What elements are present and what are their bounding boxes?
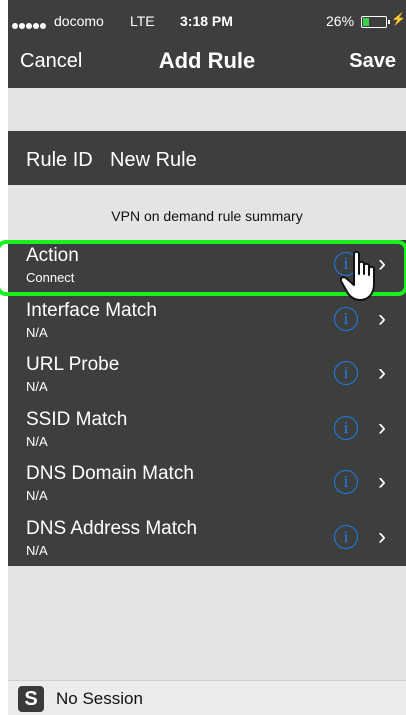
info-icon[interactable]: i xyxy=(334,470,358,494)
battery-percentage: 26% xyxy=(326,13,355,29)
session-status: No Session xyxy=(56,689,143,708)
rule-id-label: Rule ID xyxy=(26,149,93,171)
top-bar: docomo LTE 3:18 PM 26% ⚡ Cancel Add Rule… xyxy=(8,0,406,88)
chevron-right-icon: › xyxy=(378,468,386,495)
device-screen: docomo LTE 3:18 PM 26% ⚡ Cancel Add Rule… xyxy=(8,0,406,715)
rule-title: Interface Match xyxy=(26,299,157,321)
chevron-right-icon: › xyxy=(378,304,386,332)
carrier-name: docomo xyxy=(54,13,104,29)
rule-row-interface-match[interactable]: Interface Match N/A i › xyxy=(8,295,406,350)
rule-value: N/A xyxy=(26,433,48,449)
session-bar: S No Session xyxy=(8,680,406,715)
rule-value: N/A xyxy=(26,488,48,503)
rule-row-dns-domain-match[interactable]: DNS Domain Match N/A i › xyxy=(8,458,406,513)
chevron-right-icon: › xyxy=(378,522,386,550)
status-time: 3:18 PM xyxy=(180,13,233,29)
status-bar: docomo LTE 3:18 PM 26% ⚡ xyxy=(8,0,406,40)
summary-header: VPN on demand rule summary xyxy=(111,208,303,224)
rule-title: DNS Domain Match xyxy=(26,463,194,484)
chevron-right-icon: › xyxy=(378,413,386,441)
navigation-bar: Cancel Add Rule Save xyxy=(8,40,406,88)
rule-title: DNS Address Match xyxy=(26,517,198,539)
info-icon[interactable]: i xyxy=(334,252,358,276)
network-type: LTE xyxy=(130,13,155,29)
info-icon[interactable]: i xyxy=(334,361,358,385)
save-button[interactable]: Save xyxy=(349,50,396,73)
rule-value: N/A xyxy=(26,542,48,558)
rule-row-url-probe[interactable]: URL Probe N/A i › xyxy=(8,349,406,404)
rule-row-action[interactable]: Action Connect i › xyxy=(8,240,406,295)
rule-title: Action xyxy=(26,245,79,266)
rule-id-input[interactable] xyxy=(110,147,390,173)
rule-list: Action Connect i › Interface Match N/A i… xyxy=(8,240,406,566)
chevron-right-icon: › xyxy=(378,250,386,277)
rule-id-row: Rule ID xyxy=(8,131,406,185)
rule-row-dns-address-match[interactable]: DNS Address Match N/A i › xyxy=(8,513,406,568)
info-icon[interactable]: i xyxy=(334,306,358,331)
chevron-right-icon: › xyxy=(378,359,386,386)
battery-icon xyxy=(361,16,390,28)
rule-value: N/A xyxy=(26,379,48,394)
rule-value: N/A xyxy=(26,324,48,340)
page-title: Add Rule xyxy=(158,48,256,73)
rule-value: Connect xyxy=(26,270,75,285)
rule-row-ssid-match[interactable]: SSID Match N/A i › xyxy=(8,404,406,459)
info-icon[interactable]: i xyxy=(334,415,358,440)
session-app-icon[interactable]: S xyxy=(18,686,44,712)
rule-title: URL Probe xyxy=(26,354,120,375)
rule-title: SSID Match xyxy=(26,408,128,430)
info-icon[interactable]: i xyxy=(334,524,358,549)
charging-icon: ⚡ xyxy=(391,12,406,26)
signal-strength-icon xyxy=(12,17,47,33)
